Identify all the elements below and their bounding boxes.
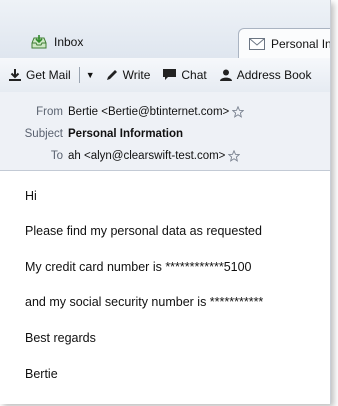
body-line: Hi — [25, 189, 37, 203]
from-label: From — [36, 106, 63, 118]
body-line: Please find my personal data as requeste… — [25, 224, 262, 238]
address-book-icon — [219, 68, 233, 82]
body-line: and my social security number is *******… — [25, 295, 264, 309]
subject-row: Subject Personal Information — [0, 124, 183, 144]
body-line: Bertie — [25, 367, 58, 381]
to-value[interactable]: ah <alyn@clearswift-test.com> — [68, 150, 225, 162]
body-line: Best regards — [25, 331, 96, 345]
body-line: My credit card number is ************510… — [25, 260, 252, 274]
get-mail-label: Get Mail — [26, 68, 71, 82]
pencil-icon — [105, 68, 119, 82]
chat-bubble-icon — [162, 68, 177, 82]
chat-button[interactable]: Chat — [156, 63, 212, 87]
mail-window: Inbox Personal In Get Mail ▼ Write Chat … — [0, 0, 331, 404]
address-book-button[interactable]: Address Book — [213, 63, 318, 87]
tab-message[interactable]: Personal In — [238, 28, 331, 59]
star-icon[interactable] — [228, 150, 241, 162]
tab-inbox[interactable]: Inbox — [30, 26, 83, 58]
from-row: From Bertie <Bertie@btinternet.com> — [0, 102, 245, 122]
tab-message-label: Personal In — [271, 37, 331, 51]
to-row: To ah <alyn@clearswift-test.com> — [0, 146, 241, 166]
chat-label: Chat — [181, 68, 207, 82]
to-label: To — [50, 150, 63, 162]
get-mail-button[interactable]: Get Mail — [0, 63, 77, 87]
address-book-label: Address Book — [236, 68, 312, 82]
get-mail-dropdown-icon[interactable]: ▼ — [82, 70, 99, 80]
toolbar-separator — [78, 67, 80, 83]
envelope-icon — [249, 38, 265, 50]
write-label: Write — [122, 68, 151, 82]
tab-strip: Inbox Personal In — [0, 0, 330, 59]
toolbar: Get Mail ▼ Write Chat Address Book — [0, 58, 330, 93]
star-icon[interactable] — [232, 106, 245, 118]
from-value[interactable]: Bertie <Bertie@btinternet.com> — [68, 106, 229, 118]
inbox-icon — [30, 34, 48, 50]
message-headers: From Bertie <Bertie@btinternet.com> Subj… — [0, 92, 330, 171]
subject-value: Personal Information — [68, 128, 184, 140]
subject-label: Subject — [24, 128, 63, 140]
tab-inbox-label: Inbox — [54, 35, 84, 49]
write-button[interactable]: Write — [99, 63, 157, 87]
download-icon — [8, 68, 22, 82]
